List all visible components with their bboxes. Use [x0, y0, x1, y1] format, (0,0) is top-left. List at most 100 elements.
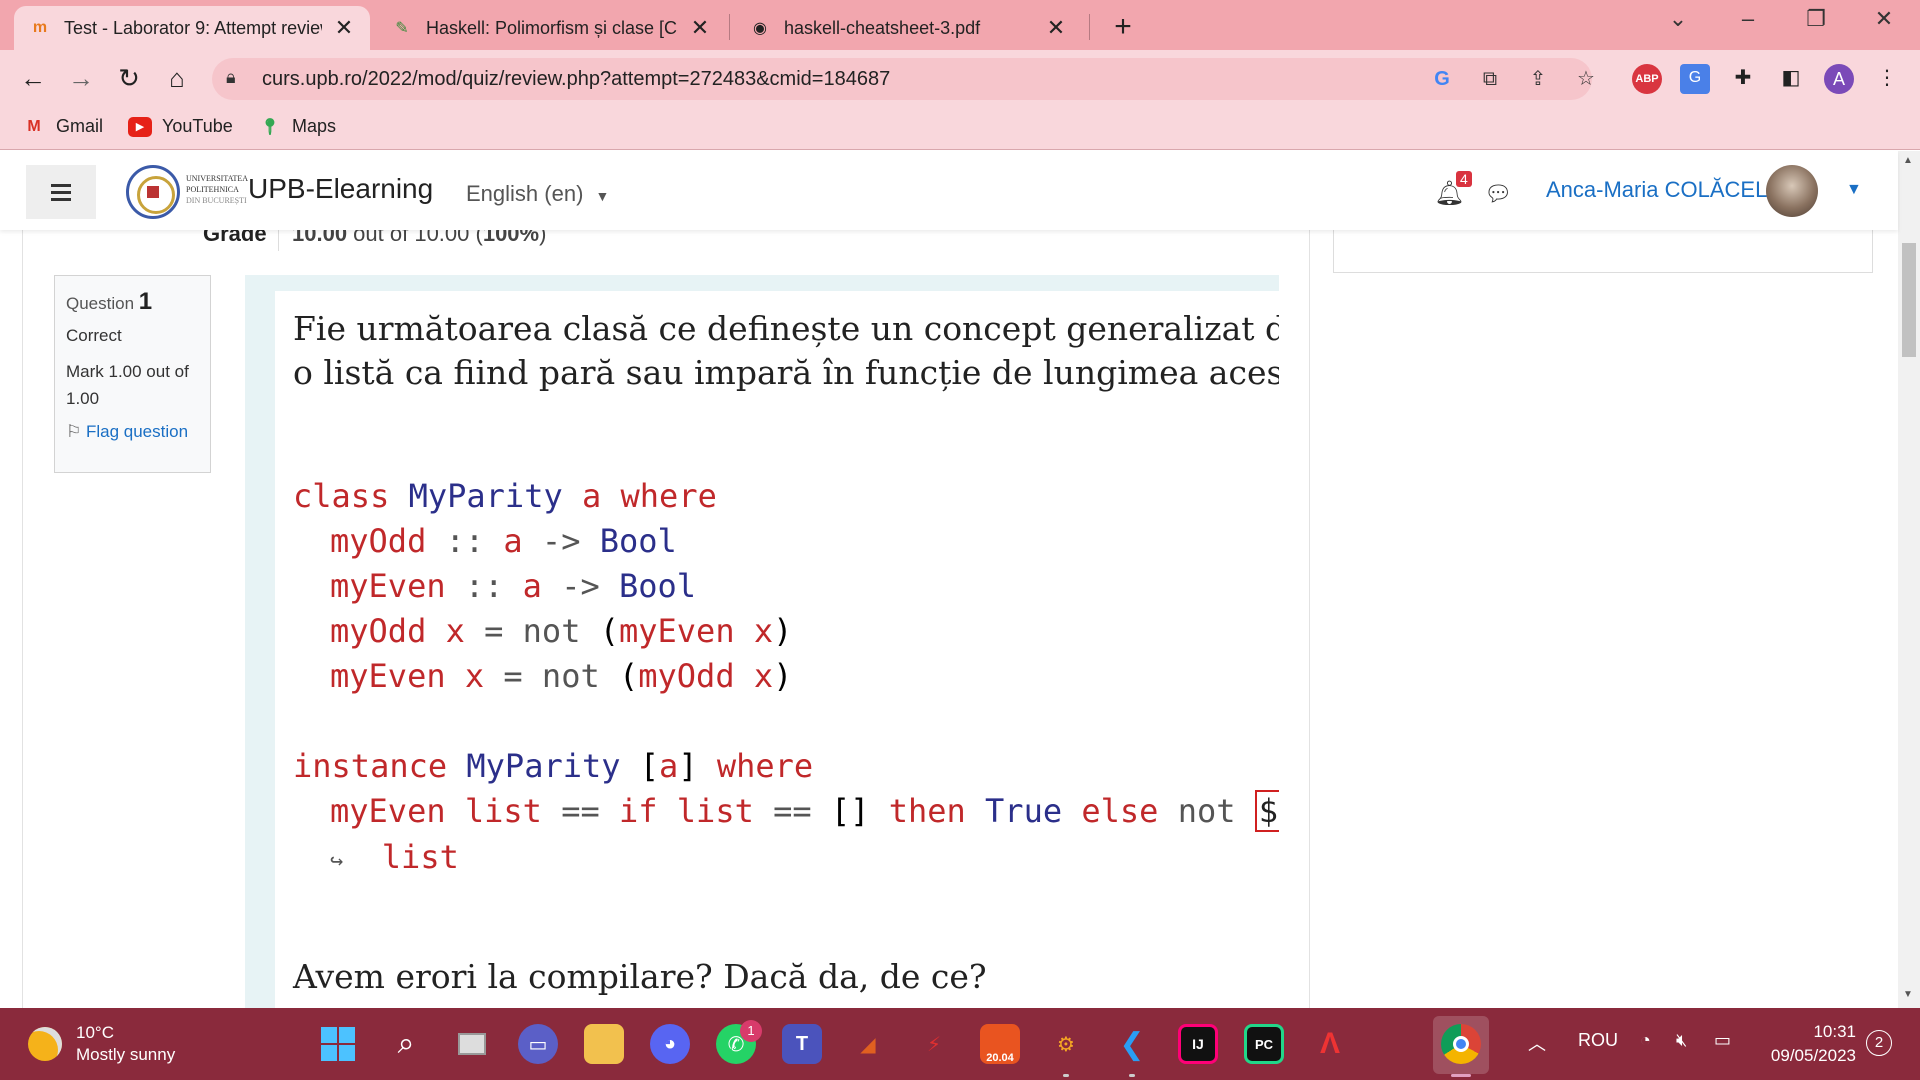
- tab-haskell-polimorfism[interactable]: ✎ Haskell: Polimorfism și clase [CS Open…: [376, 6, 726, 50]
- weather-widget[interactable]: 10°C Mostly sunny: [28, 1022, 175, 1066]
- logo-text: UNIVERSITATEA POLITEHNICA DIN BUCUREȘTI: [186, 173, 248, 206]
- new-tab-button[interactable]: +: [1106, 10, 1140, 44]
- lock-icon[interactable]: 🔒︎: [226, 67, 236, 88]
- back-icon[interactable]: ←: [16, 62, 50, 96]
- windows-start-icon[interactable]: [318, 1024, 358, 1064]
- tab-title: Haskell: Polimorfism și clase [CS Open: [426, 17, 678, 38]
- sunny-weather-icon: [28, 1027, 62, 1061]
- university-logo[interactable]: [126, 165, 180, 219]
- site-name[interactable]: UPB-Elearning: [248, 173, 433, 205]
- translate-page-icon[interactable]: ⧉: [1476, 66, 1504, 94]
- bookmark-label: Maps: [292, 116, 337, 136]
- temperature: 10°C: [76, 1023, 114, 1042]
- tab-strip: m Test - Laborator 9: Attempt review ✕ ✎…: [0, 0, 1920, 50]
- file-explorer-icon[interactable]: [584, 1024, 624, 1064]
- reload-icon[interactable]: ↻: [112, 62, 146, 96]
- running-indicator: [1129, 1074, 1135, 1077]
- notification-count-badge: 4: [1456, 171, 1472, 187]
- code-line-myeven-sig: myEven :: a -> Bool: [330, 567, 697, 605]
- clock-date: 09/05/2023: [1770, 1046, 1856, 1065]
- scroll-down-icon[interactable]: ▼: [1903, 989, 1913, 1000]
- menu-line: [51, 184, 71, 187]
- bookmarks-bar: M Gmail ▶ YouTube 📍︎ Maps: [0, 106, 1920, 150]
- network-app-icon[interactable]: ⚙: [1046, 1024, 1086, 1064]
- google-icon[interactable]: G: [1428, 66, 1456, 94]
- close-tab-icon[interactable]: ✕: [1044, 15, 1068, 41]
- windows-taskbar: 10°C Mostly sunny ⌕ ▭ ◕ ✆ 1 T ◢ ⚡ 20.04 …: [0, 1008, 1920, 1080]
- book-icon: ✎: [395, 20, 409, 37]
- browser-menu-icon[interactable]: ⋮: [1872, 64, 1902, 94]
- bookmark-maps[interactable]: 📍︎ Maps: [258, 116, 336, 137]
- site-header: UNIVERSITATEA POLITEHNICA DIN BUCUREȘTI …: [0, 151, 1898, 230]
- tab-haskell-cheatsheet[interactable]: ◉ haskell-cheatsheet-3.pdf ✕: [734, 6, 1082, 50]
- bug-tracker-icon[interactable]: ⚡: [914, 1024, 954, 1064]
- vscode-icon[interactable]: ❮: [1112, 1024, 1152, 1064]
- scrollbar-thumb[interactable]: [1902, 243, 1916, 357]
- discord-icon[interactable]: ◕: [650, 1024, 690, 1064]
- input-language[interactable]: ROU: [1578, 1030, 1618, 1051]
- pycharm-icon[interactable]: PC: [1244, 1024, 1284, 1064]
- code-line-instance-def: myEven list == if list == [] then True e…: [330, 790, 1279, 832]
- google-translate-extension-icon[interactable]: G: [1680, 64, 1710, 94]
- matlab-icon[interactable]: ◢: [848, 1024, 888, 1064]
- menu-line: [51, 198, 71, 201]
- bookmark-youtube[interactable]: ▶ YouTube: [128, 116, 233, 137]
- task-view-icon[interactable]: [452, 1024, 492, 1064]
- home-icon[interactable]: ⌂: [160, 62, 194, 96]
- close-tab-icon[interactable]: ✕: [688, 15, 712, 41]
- system-clock[interactable]: 10:31 09/05/2023: [1760, 1020, 1856, 1068]
- code-line-instance: instance MyParity [a] where: [293, 747, 814, 785]
- quiz-navigation-block: [1333, 230, 1873, 273]
- close-window-icon[interactable]: ✕: [1864, 6, 1904, 32]
- side-panel-icon[interactable]: ◧: [1776, 64, 1806, 94]
- forward-icon[interactable]: →: [64, 62, 98, 96]
- question-content: Fie următoarea clasă ce definește un con…: [245, 275, 1279, 1008]
- question-number-value: 1: [138, 288, 153, 315]
- windows-logo: [321, 1027, 355, 1061]
- hamburger-menu-button[interactable]: [26, 165, 96, 219]
- restore-icon[interactable]: ❐: [1796, 6, 1836, 32]
- microsoft-teams-icon[interactable]: T: [782, 1024, 822, 1064]
- search-icon[interactable]: ⌕: [386, 1024, 426, 1064]
- bookmark-star-icon[interactable]: ☆: [1572, 66, 1600, 94]
- moodle-icon: m: [32, 19, 48, 36]
- flag-question-link[interactable]: ⚐ Flag question: [66, 422, 199, 442]
- messages-icon[interactable]: 💬︎: [1484, 181, 1512, 207]
- profile-avatar[interactable]: A: [1824, 64, 1854, 94]
- user-name[interactable]: Anca-Maria COLĂCEL: [1546, 177, 1767, 203]
- logo-line: UNIVERSITATEA: [186, 174, 249, 183]
- url-text[interactable]: curs.upb.ro/2022/mod/quiz/review.php?att…: [262, 68, 890, 91]
- extensions-puzzle-icon[interactable]: ✚: [1728, 64, 1758, 94]
- notification-center-badge[interactable]: 2: [1866, 1030, 1892, 1056]
- language-label: English (en): [466, 181, 584, 206]
- question-label: Question: [66, 294, 135, 313]
- intro-line-2: o listă ca fiind pară sau impară în func…: [293, 353, 1279, 392]
- language-selector[interactable]: English (en) ▼: [466, 181, 609, 207]
- logo-line: DIN BUCUREȘTI: [186, 196, 247, 205]
- close-tab-icon[interactable]: ✕: [332, 15, 356, 41]
- battery-icon[interactable]: ▭: [1714, 1030, 1731, 1051]
- intellij-icon[interactable]: IJ: [1178, 1024, 1218, 1064]
- teams-chat-icon[interactable]: ▭: [518, 1024, 558, 1064]
- ubuntu-icon[interactable]: 20.04: [980, 1024, 1020, 1064]
- address-bar[interactable]: 🔒︎ curs.upb.ro/2022/mod/quiz/review.php?…: [212, 58, 1595, 100]
- chrome-icon[interactable]: [1441, 1024, 1481, 1064]
- user-avatar[interactable]: [1766, 165, 1818, 217]
- show-hidden-icons-chevron-icon[interactable]: ︿: [1528, 1030, 1546, 1056]
- volume-muted-icon[interactable]: 🔇︎: [1676, 1030, 1687, 1051]
- page-scrollbar[interactable]: ▲ ▼: [1898, 151, 1920, 1008]
- question-number: Question 1: [66, 288, 199, 316]
- bookmark-gmail[interactable]: M Gmail: [22, 116, 103, 137]
- app-launcher-icon[interactable]: Λ: [1310, 1024, 1350, 1064]
- tab-quiz-review[interactable]: m Test - Laborator 9: Attempt review ✕: [14, 6, 370, 50]
- share-icon[interactable]: ⇪: [1524, 66, 1552, 94]
- wifi-icon[interactable]: ◔: [1640, 1030, 1651, 1051]
- minimize-icon[interactable]: –: [1728, 6, 1768, 32]
- youtube-icon: ▶: [128, 116, 152, 137]
- user-menu-chevron-icon[interactable]: ▼: [1846, 181, 1862, 199]
- tab-search-icon[interactable]: ⌄: [1658, 6, 1698, 32]
- scroll-up-icon[interactable]: ▲: [1903, 155, 1913, 166]
- question-text: Avem erori la compilare? Dacă da, de ce?: [293, 957, 987, 996]
- content-border: [1309, 230, 1310, 1008]
- adblock-plus-icon[interactable]: ABP: [1632, 64, 1662, 94]
